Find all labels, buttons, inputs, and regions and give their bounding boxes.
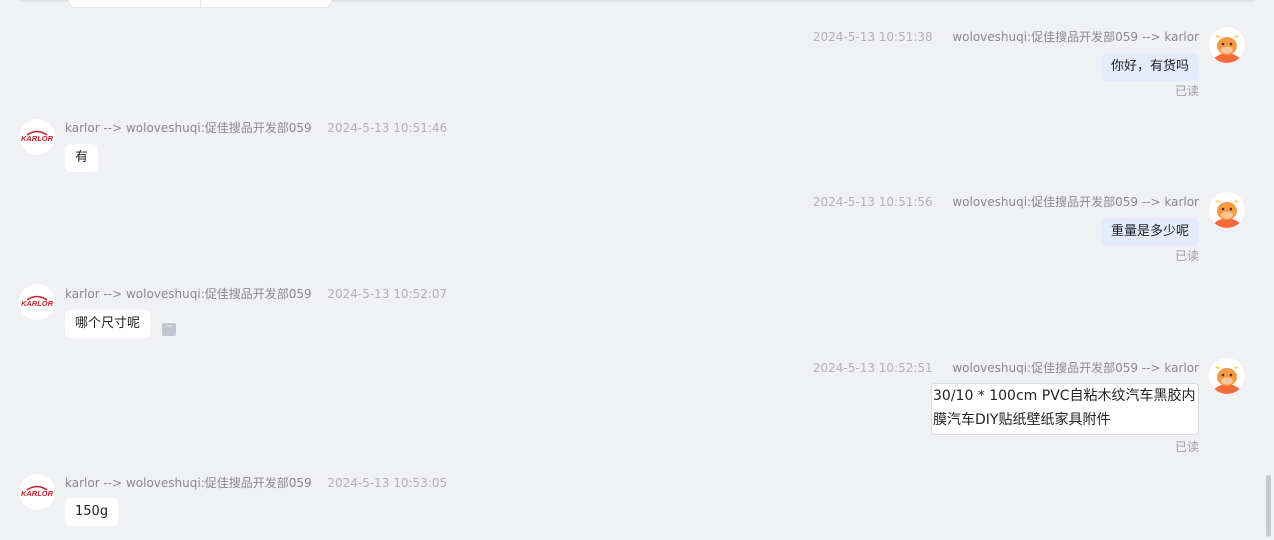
message-meta: karlor --> woloveshuqi:促佳搜品开发部059 2024-5…	[65, 119, 447, 136]
message-time: 2024-5-13 10:51:38	[812, 30, 933, 44]
cartoon-cow-icon	[1209, 358, 1245, 394]
message-bubble[interactable]: 你好，有货吗	[1100, 53, 1199, 81]
message-bubble[interactable]: 有	[65, 144, 99, 172]
message-bubble[interactable]: 哪个尺寸呢	[65, 310, 151, 338]
message-time: 2024-5-13 10:52:51	[812, 361, 933, 375]
read-status: 已读	[1174, 84, 1199, 98]
message-route: woloveshuqi:促佳搜品开发部059 --> karlor	[952, 361, 1199, 375]
svg-text:KARLOR: KARLOR	[21, 299, 54, 308]
seller-avatar[interactable]: KARLOR	[19, 474, 55, 510]
message-time: 2024-5-13 10:51:56	[812, 195, 933, 209]
karlor-logo-icon: KARLOR	[21, 295, 54, 308]
vertical-scrollbar[interactable]	[1266, 475, 1271, 537]
karlor-logo-icon: KARLOR	[21, 485, 54, 498]
message-meta: karlor --> woloveshuqi:促佳搜品开发部059 2024-5…	[65, 474, 447, 491]
message-meta: 2024-5-13 10:51:56 woloveshuqi:促佳搜品开发部05…	[813, 193, 1199, 210]
message-route: woloveshuqi:促佳搜品开发部059 --> karlor	[952, 30, 1199, 44]
svg-text:KARLOR: KARLOR	[21, 489, 54, 498]
previous-message-fragment	[68, 0, 332, 8]
message-meta: 2024-5-13 10:52:51 woloveshuqi:促佳搜品开发部05…	[813, 359, 1199, 376]
message-time: 2024-5-13 10:53:05	[327, 476, 448, 490]
karlor-logo-icon: KARLOR	[21, 130, 54, 143]
seller-avatar[interactable]: KARLOR	[19, 284, 55, 320]
read-status: 已读	[1174, 249, 1199, 263]
message-route: karlor --> woloveshuqi:促佳搜品开发部059	[65, 121, 312, 135]
more-options-icon[interactable]: ···	[162, 323, 176, 336]
product-link-card[interactable]: 30/10 * 100cm PVC自粘木纹汽车黑胶内膜汽车DIY贴纸壁纸家具附件	[931, 383, 1199, 435]
message-route: karlor --> woloveshuqi:促佳搜品开发部059	[65, 287, 312, 301]
message-route: karlor --> woloveshuqi:促佳搜品开发部059	[65, 476, 312, 490]
message-route: woloveshuqi:促佳搜品开发部059 --> karlor	[952, 195, 1199, 209]
message-meta: 2024-5-13 10:51:38 woloveshuqi:促佳搜品开发部05…	[813, 28, 1199, 45]
cartoon-cow-icon	[1209, 27, 1245, 63]
buyer-avatar[interactable]	[1209, 192, 1245, 228]
message-bubble[interactable]: 重量是多少呢	[1100, 218, 1199, 246]
cartoon-cow-icon	[1209, 192, 1245, 228]
message-time: 2024-5-13 10:52:07	[327, 287, 448, 301]
read-status: 已读	[1174, 440, 1199, 454]
message-bubble[interactable]: 150g	[65, 498, 119, 526]
message-time: 2024-5-13 10:51:46	[327, 121, 448, 135]
message-meta: karlor --> woloveshuqi:促佳搜品开发部059 2024-5…	[65, 285, 447, 302]
buyer-avatar[interactable]	[1209, 358, 1245, 394]
svg-text:KARLOR: KARLOR	[21, 134, 54, 143]
buyer-avatar[interactable]	[1209, 27, 1245, 63]
seller-avatar[interactable]: KARLOR	[19, 119, 55, 155]
